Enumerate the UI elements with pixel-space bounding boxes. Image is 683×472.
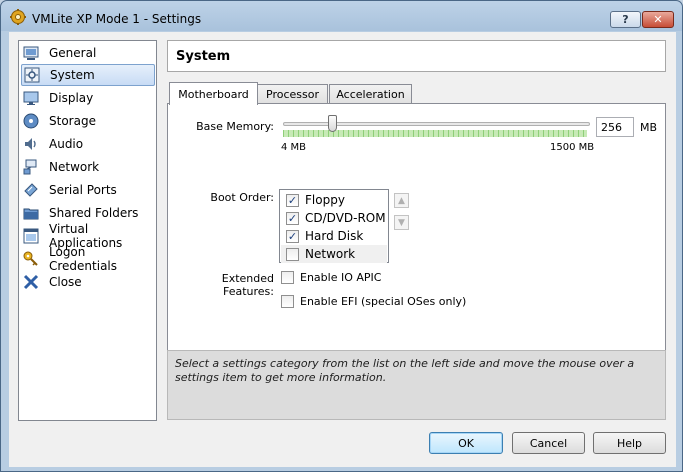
checkbox[interactable] (281, 271, 294, 284)
virtual-applications-icon (23, 228, 39, 244)
sidebar-item-label: General (49, 46, 97, 60)
sidebar-item-display[interactable]: Display (21, 87, 155, 109)
sidebar-item-label: Logon Credentials (49, 245, 118, 273)
info-text: Select a settings category from the list… (175, 357, 635, 384)
key-icon (23, 251, 39, 267)
tab-label: Motherboard (178, 87, 249, 101)
checkbox[interactable]: ✓ (286, 229, 299, 243)
sidebar-item-system[interactable]: System (21, 64, 155, 86)
boot-item-label: Floppy (305, 193, 345, 207)
app-gear-icon (10, 9, 26, 25)
serial-ports-icon (23, 182, 39, 198)
sidebar-item-label: System (50, 68, 95, 82)
checkbox[interactable]: ✓ (286, 193, 299, 207)
settings-category-list: General System Display Storage Audio Net… (18, 40, 157, 421)
arrow-down-icon: ▼ (398, 217, 405, 228)
sidebar-item-network[interactable]: Network (21, 156, 155, 178)
extended-features-label: Extended Features: (221, 272, 274, 298)
boot-item-hard-disk[interactable]: ✓ Hard Disk (281, 227, 387, 245)
move-up-button[interactable]: ▲ (394, 193, 409, 208)
page-header: System (167, 40, 666, 72)
checkbox[interactable] (281, 295, 294, 308)
base-memory-input[interactable]: 256 (596, 117, 634, 137)
general-icon (23, 45, 39, 61)
base-memory-slider-ticks (283, 130, 587, 137)
ok-button[interactable]: OK (429, 432, 503, 454)
sidebar-item-label: Close (49, 275, 82, 289)
sidebar-item-storage[interactable]: Storage (21, 110, 155, 132)
tab-processor[interactable]: Processor (257, 84, 328, 104)
base-memory-unit: MB (640, 121, 658, 134)
enable-efi-checkbox[interactable]: Enable EFI (special OSes only) (281, 295, 466, 308)
boot-order-list: ✓ Floppy ✓ CD/DVD-ROM ✓ Hard Disk Networ… (279, 189, 389, 263)
checkbox[interactable]: ✓ (286, 211, 299, 225)
display-icon (23, 90, 39, 106)
boot-item-floppy[interactable]: ✓ Floppy (281, 191, 387, 209)
boot-order-label: Boot Order: (210, 191, 274, 204)
cancel-button[interactable]: Cancel (512, 432, 585, 454)
sidebar-item-label: Shared Folders (49, 206, 139, 220)
tab-label: Acceleration (336, 88, 405, 101)
checkbox[interactable] (286, 247, 299, 261)
boot-item-network[interactable]: Network (281, 245, 387, 263)
boot-item-cd-dvd-rom[interactable]: ✓ CD/DVD-ROM (281, 209, 387, 227)
sidebar-item-label: Serial Ports (49, 183, 117, 197)
motherboard-panel: Base Memory: 256 MB 4 MB 1500 MB Boot Or… (167, 103, 666, 368)
storage-icon (23, 113, 39, 129)
help-button[interactable]: Help (593, 432, 666, 454)
settings-window: VMLite XP Mode 1 - Settings ? ✕ General … (0, 0, 683, 472)
sidebar-item-close[interactable]: Close (21, 271, 155, 293)
network-icon (23, 159, 39, 175)
window-title: VMLite XP Mode 1 - Settings (32, 12, 202, 26)
sidebar-item-serial-ports[interactable]: Serial Ports (21, 179, 155, 201)
help-titlebar-button[interactable]: ? (610, 11, 641, 28)
slider-max-label: 1500 MB (550, 142, 595, 153)
audio-icon (23, 136, 39, 152)
sidebar-item-shared-folders[interactable]: Shared Folders (21, 202, 155, 224)
feature-label: Enable IO APIC (300, 271, 382, 284)
info-box: Select a settings category from the list… (167, 350, 666, 420)
sidebar-item-audio[interactable]: Audio (21, 133, 155, 155)
tab-acceleration[interactable]: Acceleration (329, 84, 412, 104)
dialog-client-area: General System Display Storage Audio Net… (9, 32, 676, 467)
sidebar-item-virtual-applications[interactable]: Virtual Applications (21, 222, 155, 250)
base-memory-slider-thumb[interactable] (328, 115, 338, 132)
boot-item-label: Hard Disk (305, 229, 364, 243)
system-icon (24, 67, 40, 83)
move-down-button[interactable]: ▼ (394, 215, 409, 230)
close-x-icon (23, 274, 39, 290)
sidebar-item-general[interactable]: General (21, 42, 155, 64)
boot-item-label: Network (305, 247, 356, 261)
tab-label: Processor (266, 88, 319, 101)
arrow-up-icon: ▲ (398, 195, 405, 206)
enable-io-apic-checkbox[interactable]: Enable IO APIC (281, 271, 381, 284)
sidebar-item-logon-credentials[interactable]: Logon Credentials (21, 245, 155, 273)
base-memory-label: Base Memory: (196, 120, 274, 133)
sidebar-item-label: Storage (49, 114, 96, 128)
sidebar-item-label: Network (49, 160, 100, 174)
slider-min-label: 4 MB (281, 142, 307, 153)
page-title: System (176, 49, 231, 64)
feature-label: Enable EFI (special OSes only) (300, 295, 467, 308)
tab-motherboard[interactable]: Motherboard (169, 82, 258, 105)
close-titlebar-button[interactable]: ✕ (642, 11, 674, 28)
boot-item-label: CD/DVD-ROM (305, 211, 386, 225)
sidebar-item-label: Display (49, 91, 94, 105)
shared-folders-icon (23, 205, 39, 221)
sidebar-item-label: Audio (49, 137, 84, 151)
